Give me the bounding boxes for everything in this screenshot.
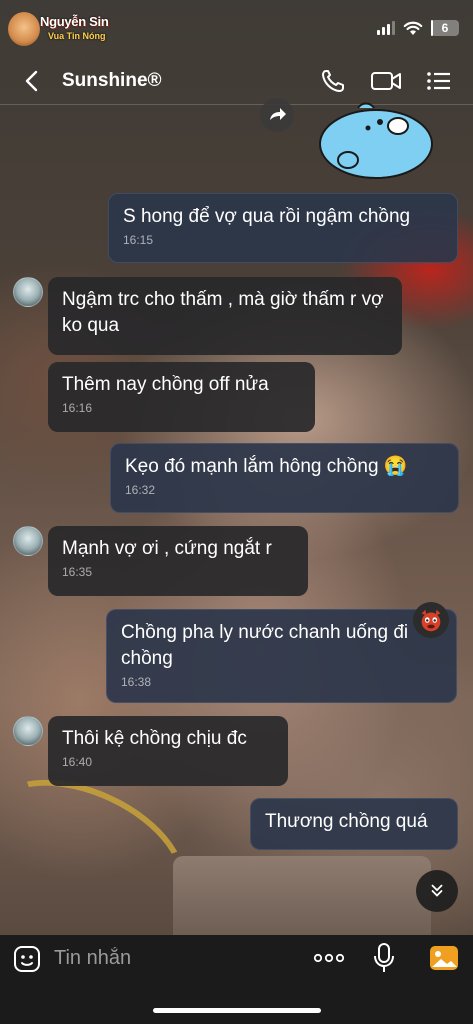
contact-avatar[interactable] [13,277,43,307]
scroll-to-bottom-button[interactable] [416,870,458,912]
image-message-preview[interactable] [173,856,431,935]
video-camera-icon[interactable] [370,68,402,94]
message-time: 16:16 [62,401,93,415]
message-input[interactable] [54,943,294,973]
battery-fill [431,20,433,36]
message-time: 16:32 [125,483,156,497]
battery-level: 6 [441,21,449,35]
message-bubble-outgoing[interactable]: Kẹo đó mạnh lắm hông chồng 😭 16:32 [110,443,459,513]
bear-sticker-image[interactable] [318,100,434,180]
share-arrow-icon [270,108,286,120]
cellular-signal-icon [377,21,395,35]
message-bubble-incoming[interactable]: Thêm nay chồng off nửa 16:16 [48,362,315,432]
message-bubble-outgoing[interactable]: S hong để vợ qua rồi ngậm chồng 16:15 [108,193,458,263]
logo-subtitle: Vua Tin Nóng [48,31,106,41]
logo-name: Nguyễn Sin [40,14,109,29]
share-forward-button[interactable] [260,98,294,132]
message-bubble-outgoing[interactable]: Chồng pha ly nước chanh uống đi chồng 16… [106,609,457,703]
message-text: Mạnh vợ ơi , cứng ngắt r [62,538,272,559]
watermark-logo: Nguyễn Sin Vua Tin Nóng [8,10,118,50]
message-bubble-incoming[interactable]: Thôi kệ chồng chịu đc 16:40 [48,716,288,786]
home-indicator [153,1008,321,1013]
message-text: Thêm nay chồng off nửa [62,374,269,395]
message-text: Ngậm trc cho thấm , mà giờ thấm r vợ ko … [62,289,384,336]
message-time: 16:38 [121,675,152,689]
message-time: 16:15 [123,233,154,247]
status-indicators: 6 [377,18,459,38]
message-text: S hong để vợ qua rồi ngậm chồng [123,206,411,227]
double-chevron-down-icon [431,884,443,897]
phone-icon[interactable] [320,68,348,94]
contact-avatar[interactable] [13,526,43,556]
emoji-sticker-icon[interactable] [12,944,42,974]
wifi-icon [403,21,423,35]
message-text: Chồng pha ly nước chanh uống đi chồng [121,622,409,669]
more-options-icon[interactable] [312,946,346,970]
message-time: 16:40 [62,755,93,769]
chat-header: Sunshine® [0,58,473,104]
contact-avatar[interactable] [13,716,43,746]
message-reaction[interactable] [413,602,449,638]
message-text: Thôi kệ chồng chịu đc [62,728,247,749]
battery-icon: 6 [431,20,459,36]
message-bubble-incoming[interactable]: Ngậm trc cho thấm , mà giờ thấm r vợ ko … [48,277,402,355]
message-bubble-incoming[interactable]: Mạnh vợ ơi , cứng ngắt r 16:35 [48,526,308,596]
message-bubble-outgoing[interactable]: Thương chồng quá [250,798,458,850]
logo-avatar-icon [8,12,40,46]
status-bar: Nguyễn Sin Vua Tin Nóng 6 [0,0,473,58]
photo-gallery-icon[interactable] [428,943,460,973]
list-menu-icon[interactable] [425,68,453,94]
microphone-icon[interactable] [372,941,396,975]
message-text: Thương chồng quá [265,811,428,832]
devil-emoji-icon [421,609,441,632]
message-text: Kẹo đó mạnh lắm hông chồng 😭 [125,456,408,477]
message-time: 16:35 [62,565,93,579]
back-chevron-icon[interactable] [20,68,46,94]
contact-name[interactable]: Sunshine® [62,70,162,92]
